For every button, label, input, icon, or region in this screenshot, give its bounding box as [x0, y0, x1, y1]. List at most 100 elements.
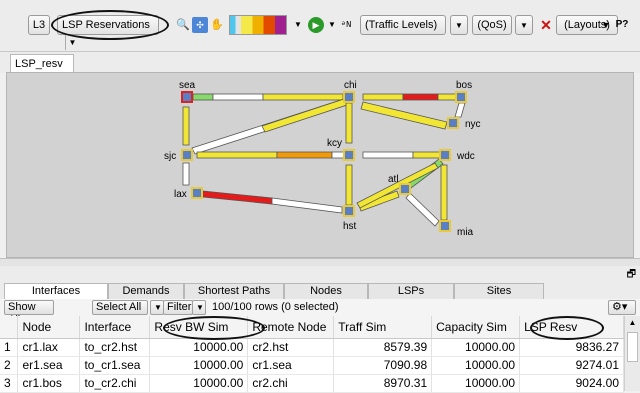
row-index: 1: [0, 338, 19, 357]
tab-interfaces[interactable]: Interfaces: [4, 283, 108, 299]
link-atl-mia[interactable]: [405, 192, 440, 227]
tab-lsps-label: LSPs: [397, 285, 425, 297]
cell-resv-bw-sim: 10000.00: [149, 374, 249, 393]
tab-nodes-label: Nodes: [310, 285, 342, 297]
table-settings-button[interactable]: ⚙▾: [608, 300, 636, 315]
chevron-down-icon[interactable]: ▼: [290, 17, 306, 33]
link-chi-bos[interactable]: [362, 93, 459, 101]
link-kcy-hst[interactable]: [345, 164, 353, 206]
chevron-down-icon: ▼: [154, 303, 162, 312]
link-bos-nyc[interactable]: [454, 102, 466, 118]
qos-select[interactable]: (QoS): [472, 15, 512, 35]
column-header-interface[interactable]: Interface: [79, 316, 151, 339]
cell-capacity-sim: 10000.00: [431, 338, 521, 357]
cell-resv-bw-sim: 10000.00: [149, 356, 249, 375]
column-header-lsp-resv[interactable]: LSP Resv: [519, 316, 624, 339]
name-icon[interactable]: ᵊN: [338, 17, 354, 33]
table-row[interactable]: 2 er1.sea to_cr1.sea 10000.00 cr1.sea 70…: [0, 356, 624, 375]
tab-sites[interactable]: Sites: [454, 283, 544, 299]
layer-button[interactable]: L3: [28, 15, 50, 35]
panel-header-strip: 🗗: [0, 266, 640, 282]
table-scrollbar[interactable]: ▲: [624, 316, 640, 391]
scroll-up-icon[interactable]: ▲: [625, 316, 640, 330]
scroll-thumb[interactable]: [627, 332, 638, 362]
column-header-node[interactable]: Node: [17, 316, 81, 339]
column-header-index[interactable]: [0, 316, 19, 339]
chevron-down-icon: ▼: [65, 34, 79, 50]
link-sea-chi[interactable]: [192, 93, 344, 101]
cell-node: er1.sea: [17, 356, 81, 375]
cell-interface: to_cr2.hst: [79, 338, 151, 357]
column-header-resv-bw-sim[interactable]: Resv BW Sim: [149, 316, 249, 339]
view-select[interactable]: LSP Reservations ▼: [57, 15, 159, 50]
filter-button[interactable]: Filter: [163, 300, 193, 315]
table-row[interactable]: 3 cr1.bos to_cr2.chi 10000.00 cr2.chi 89…: [0, 374, 624, 393]
tab-lsps[interactable]: LSPs: [368, 283, 454, 299]
link-chi-nyc[interactable]: [360, 101, 448, 130]
gear-icon: ⚙▾: [612, 301, 628, 313]
node-kcy[interactable]: [343, 149, 355, 161]
link-sjc-lax[interactable]: [182, 162, 190, 186]
node-hst[interactable]: [343, 205, 355, 217]
node-sea[interactable]: [181, 91, 193, 103]
node-label-mia: mia: [457, 227, 474, 238]
node-label-kcy: kcy: [327, 138, 342, 149]
node-label-lax: lax: [174, 189, 187, 200]
node-label-bos: bos: [456, 80, 473, 91]
magnify-icon[interactable]: 🔍: [175, 17, 191, 33]
table-row[interactable]: 1 cr1.lax to_cr2.hst 10000.00 cr2.hst 85…: [0, 338, 624, 357]
cell-interface: to_cr2.chi: [79, 374, 151, 393]
cell-node: cr1.lax: [17, 338, 81, 357]
panel-splitter[interactable]: [0, 258, 640, 266]
chevron-down-icon: ▼: [520, 21, 528, 30]
filter-dropdown[interactable]: ▼: [192, 300, 206, 315]
column-header-traff-sim[interactable]: Traff Sim: [333, 316, 433, 339]
tab-demands-label: Demands: [122, 285, 170, 297]
tab-lsp-resv[interactable]: LSP_resv: [10, 54, 74, 73]
link-sjc-wdc[interactable]: [196, 151, 353, 159]
tab-demands[interactable]: Demands: [108, 283, 184, 299]
select-all-button[interactable]: Select All: [92, 300, 148, 315]
help-icon[interactable]: P?: [614, 17, 630, 33]
select-all-dropdown[interactable]: ▼: [150, 300, 164, 315]
tab-lsp-resv-label: LSP_resv: [15, 58, 63, 70]
link-kcy-wdc[interactable]: [362, 151, 444, 159]
close-icon[interactable]: ✕: [538, 17, 554, 33]
column-header-capacity-sim[interactable]: Capacity Sim: [431, 316, 521, 339]
bottom-tabs: Interfaces Demands Shortest Paths Nodes …: [0, 282, 640, 299]
show-all-button[interactable]: Show All: [4, 300, 54, 326]
node-wdc[interactable]: [439, 149, 451, 161]
node-sjc[interactable]: [181, 149, 193, 161]
node-atl[interactable]: [399, 183, 411, 195]
link-hst-wdc[interactable]: [356, 162, 439, 209]
tab-shortest-paths[interactable]: Shortest Paths: [184, 283, 284, 299]
traffic-levels-dropdown[interactable]: ▼: [450, 15, 468, 35]
color-scale-icon[interactable]: [229, 15, 287, 35]
link-wdc-mia[interactable]: [440, 164, 448, 221]
cell-remote-node: cr2.hst: [247, 338, 335, 357]
layer-p-icon[interactable]: ▼: [598, 17, 614, 33]
tab-interfaces-label: Interfaces: [31, 285, 81, 297]
cell-capacity-sim: 10000.00: [431, 356, 521, 375]
node-bos[interactable]: [455, 91, 467, 103]
hand-icon[interactable]: ✋: [209, 17, 225, 33]
cell-traff-sim: 7090.98: [333, 356, 433, 375]
interfaces-table: Node Interface Resv BW Sim Remote Node T…: [0, 316, 624, 393]
tab-nodes[interactable]: Nodes: [284, 283, 368, 299]
cell-interface: to_cr1.sea: [79, 356, 151, 375]
play-icon[interactable]: ▶: [308, 17, 324, 33]
qos-value: (QoS): [477, 19, 507, 31]
traffic-levels-select[interactable]: (Traffic Levels): [360, 15, 446, 35]
layer-label: L3: [32, 19, 46, 31]
qos-dropdown[interactable]: ▼: [515, 15, 533, 35]
column-header-remote-node[interactable]: Remote Node: [247, 316, 335, 339]
link-lax-hst[interactable]: [202, 190, 343, 214]
node-mia[interactable]: [439, 220, 451, 232]
link-sea-sjc[interactable]: [182, 106, 190, 146]
fit-view-icon[interactable]: ✣: [192, 17, 208, 33]
network-map[interactable]: sea chi bos nyc sjc kcy wdc lax atl hst …: [6, 72, 634, 258]
node-lax[interactable]: [191, 187, 203, 199]
node-nyc[interactable]: [447, 117, 459, 129]
node-chi[interactable]: [343, 91, 355, 103]
link-chi-kcy[interactable]: [345, 102, 353, 144]
